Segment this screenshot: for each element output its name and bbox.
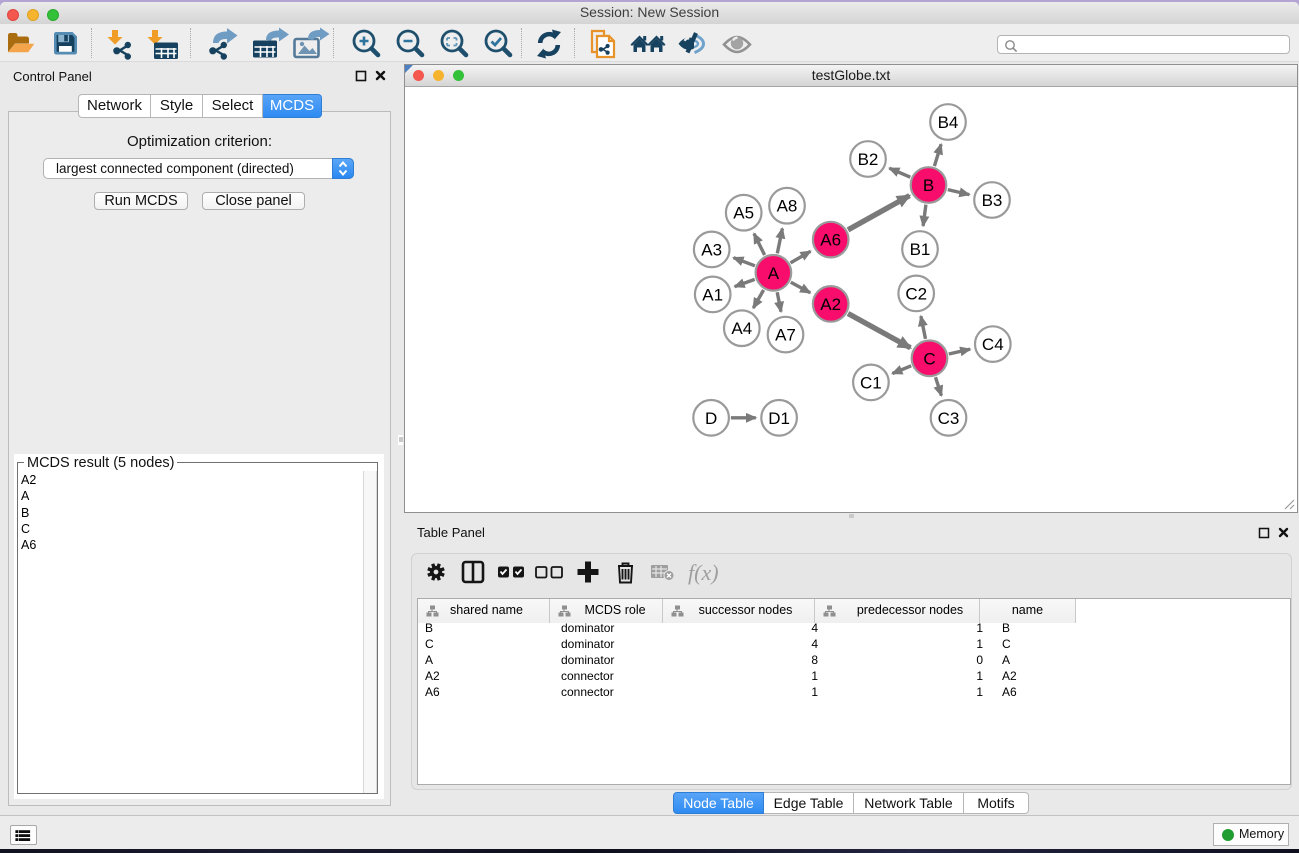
svg-text:C3: C3	[938, 409, 960, 428]
svg-text:B3: B3	[982, 191, 1003, 210]
svg-text:A5: A5	[733, 204, 754, 223]
svg-text:B4: B4	[938, 113, 959, 132]
svg-text:A8: A8	[777, 197, 798, 216]
svg-text:C: C	[923, 349, 935, 368]
svg-text:C1: C1	[860, 373, 882, 392]
svg-text:B: B	[923, 176, 934, 195]
svg-text:C4: C4	[982, 335, 1004, 354]
svg-text:A7: A7	[775, 326, 796, 345]
svg-text:f(x): f(x)	[688, 560, 719, 585]
svg-text:C2: C2	[905, 284, 927, 303]
svg-text:B1: B1	[910, 240, 931, 259]
svg-text:D1: D1	[768, 409, 790, 428]
svg-text:A2: A2	[820, 295, 841, 314]
svg-text:D: D	[705, 409, 717, 428]
svg-text:A6: A6	[820, 231, 841, 250]
svg-text:A4: A4	[731, 319, 752, 338]
svg-text:A1: A1	[702, 285, 723, 304]
svg-text:B2: B2	[858, 150, 879, 169]
svg-text:A: A	[768, 264, 780, 283]
svg-text:A3: A3	[701, 240, 722, 259]
